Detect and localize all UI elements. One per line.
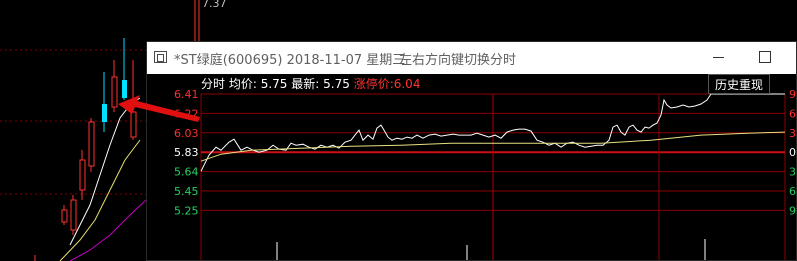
- y-axis-right-label: 3.: [789, 127, 797, 140]
- avg-price-value: 5.75: [260, 77, 288, 91]
- latest-price-label: 最新:: [291, 77, 320, 91]
- y-axis-left-label: 5.83: [174, 146, 199, 159]
- info-bar: 分时 均价: 5.75 最新: 5.75 涨停价:6.04: [201, 75, 420, 92]
- y-axis-left-label: 5.45: [174, 185, 199, 198]
- intraday-popup-window[interactable]: *ST绿庭(600695) 2018-11-07 星期三 左右方向键切换分时 6…: [146, 41, 797, 261]
- y-axis-right-label: 0.: [789, 146, 797, 159]
- limit-up-value: 6.04: [393, 77, 421, 91]
- y-axis-right-label: 6.: [789, 107, 797, 120]
- latest-price-value: 5.75: [323, 77, 350, 91]
- avg-price-label: 均价:: [228, 77, 257, 91]
- y-axis-left-label: 5.64: [174, 166, 199, 179]
- bg-candles: [34, 38, 137, 261]
- y-axis-left-label: 6.03: [174, 127, 199, 140]
- history-replay-button[interactable]: 历史重现: [708, 74, 770, 94]
- mode-label: 分时: [201, 77, 226, 91]
- y-axis-right-label: 9.: [789, 88, 797, 101]
- y-axis-left-label: 5.25: [174, 204, 199, 217]
- y-axis-right-label: 3.: [789, 166, 797, 179]
- y-axis-right-label: 6.: [789, 185, 797, 198]
- limit-up-label: 涨停价:: [353, 77, 394, 91]
- y-axis-right-label: 9.: [789, 204, 797, 217]
- y-axis-left-label: 6.41: [174, 88, 199, 101]
- y-axis-left-label: 6.22: [174, 107, 199, 120]
- bg-top-price-label: 7.37: [202, 0, 227, 10]
